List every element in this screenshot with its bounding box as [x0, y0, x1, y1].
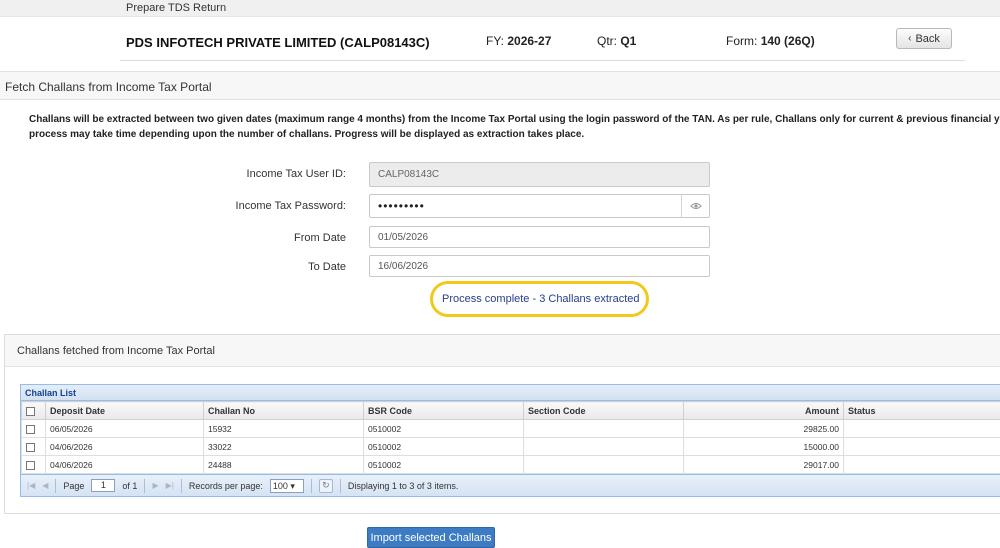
row-select-cell[interactable]	[21, 419, 46, 438]
row-select-cell[interactable]	[21, 437, 46, 456]
per-page-value: 100	[272, 480, 288, 491]
col-amount[interactable]: Amount	[683, 401, 844, 420]
info-line-1: Challans will be extracted between two g…	[29, 114, 1000, 125]
table-row[interactable]: 04/06/2026 24488 0510002 29017.00	[21, 455, 1000, 474]
cell-section-code[interactable]	[523, 419, 684, 438]
select-all-header[interactable]	[21, 401, 46, 420]
select-all-checkbox[interactable]	[26, 406, 35, 416]
password-value: •••••••••	[378, 199, 425, 213]
display-count: Displaying 1 to 3 of 3 items.	[347, 480, 459, 491]
from-date-label: From Date	[294, 232, 346, 244]
grid-caption: Challan List	[21, 385, 1000, 401]
title-bar: Prepare TDS Return	[0, 0, 1000, 17]
cell-bsr-code: 0510002	[363, 437, 524, 456]
cell-deposit-date: 04/06/2026	[45, 455, 204, 474]
first-page-icon[interactable]: |◀	[27, 481, 35, 490]
grid-pager: |◀ ◀ Page 1 of 1 ▶ ▶| Records per page: …	[21, 474, 1000, 496]
cell-amount: 15000.00	[683, 437, 844, 456]
fetch-section-title: Fetch Challans from Income Tax Portal	[5, 80, 212, 94]
header-divider	[120, 60, 965, 61]
fy-value: 2026-27	[507, 34, 552, 48]
row-checkbox[interactable]	[26, 460, 35, 470]
col-bsr-code[interactable]: BSR Code	[363, 401, 524, 420]
window-title: Prepare TDS Return	[126, 2, 227, 14]
table-row[interactable]: 06/05/2026 15932 0510002 29825.00	[21, 419, 1000, 438]
pager-divider	[339, 478, 341, 493]
info-text: Challans will be extracted between two g…	[29, 112, 1000, 142]
pager-divider	[55, 478, 57, 493]
page-count: of 1	[122, 480, 138, 491]
table-row[interactable]: 04/06/2026 33022 0510002 15000.00	[21, 437, 1000, 456]
cell-bsr-code: 0510002	[363, 419, 524, 438]
col-deposit-date[interactable]: Deposit Date	[45, 401, 204, 420]
password-field[interactable]: •••••••••	[369, 194, 710, 218]
cell-status	[843, 437, 1000, 456]
to-date-value: 16/06/2026	[378, 260, 429, 272]
pager-divider	[310, 478, 312, 493]
row-checkbox[interactable]	[26, 424, 35, 434]
pager-divider	[144, 478, 146, 493]
refresh-icon[interactable]: ↻	[318, 478, 333, 493]
financial-year: FY: 2026-27	[486, 34, 552, 48]
page-label: Page	[63, 480, 85, 491]
cell-status	[843, 455, 1000, 474]
col-status[interactable]: Status	[843, 401, 1000, 420]
to-date-input[interactable]: 16/06/2026	[369, 255, 710, 277]
cell-challan-no: 15932	[203, 419, 364, 438]
row-checkbox[interactable]	[26, 442, 35, 452]
qtr-value: Q1	[620, 34, 637, 48]
back-label: Back	[915, 32, 940, 45]
pager-divider	[180, 478, 182, 493]
form-value: 140 (26Q)	[760, 34, 815, 48]
user-id-field: CALP08143C	[369, 162, 710, 187]
cell-amount: 29017.00	[683, 455, 844, 474]
info-line-2: process may take time depending upon the…	[29, 129, 585, 140]
cell-section-code[interactable]	[523, 437, 684, 456]
prev-page-icon[interactable]: ◀	[42, 481, 48, 490]
cell-status	[843, 419, 1000, 438]
to-date-label: To Date	[308, 261, 346, 273]
per-page-label: Records per page:	[188, 480, 263, 491]
next-page-icon[interactable]: ▶	[152, 481, 158, 490]
cell-challan-no: 24488	[203, 455, 364, 474]
back-button[interactable]: ‹ Back	[896, 28, 952, 49]
from-date-input[interactable]: 01/05/2026	[369, 226, 710, 248]
page-number-input[interactable]: 1	[91, 479, 116, 492]
eye-icon[interactable]	[681, 195, 709, 217]
chevron-left-icon: ‹	[908, 33, 912, 44]
from-date-value: 01/05/2026	[378, 231, 429, 243]
cell-amount: 29825.00	[683, 419, 844, 438]
last-page-icon[interactable]: ▶|	[166, 481, 174, 490]
quarter: Qtr: Q1	[597, 34, 637, 48]
company-name: PDS INFOTECH PRIVATE LIMITED (CALP08143C…	[126, 35, 430, 50]
table-header-row: Deposit Date Challan No BSR Code Section…	[21, 401, 1000, 420]
challan-grid: Challan List Deposit Date Challan No BSR…	[20, 384, 1000, 497]
user-id-value: CALP08143C	[378, 169, 440, 180]
results-panel-header: Challans fetched from Income Tax Portal	[5, 335, 1000, 367]
row-select-cell[interactable]	[21, 455, 46, 474]
cell-deposit-date: 06/05/2026	[45, 419, 204, 438]
cell-section-code[interactable]	[523, 455, 684, 474]
challan-table: Deposit Date Challan No BSR Code Section…	[21, 401, 1000, 474]
col-section-code[interactable]: Section Code	[523, 401, 684, 420]
col-challan-no[interactable]: Challan No	[203, 401, 364, 420]
cell-challan-no: 33022	[203, 437, 364, 456]
user-id-label: Income Tax User ID:	[246, 168, 346, 180]
status-message: Process complete - 3 Challans extracted	[442, 293, 640, 305]
form-type: Form: 140 (26Q)	[726, 34, 815, 48]
results-panel-title: Challans fetched from Income Tax Portal	[17, 345, 215, 357]
cell-bsr-code: 0510002	[363, 455, 524, 474]
fetch-section-header: Fetch Challans from Income Tax Portal	[0, 71, 1000, 100]
import-challans-button[interactable]: Import selected Challans	[367, 527, 495, 548]
password-label: Income Tax Password:	[235, 200, 346, 212]
cell-deposit-date: 04/06/2026	[45, 437, 204, 456]
per-page-select[interactable]: 100 ▾	[269, 478, 304, 493]
